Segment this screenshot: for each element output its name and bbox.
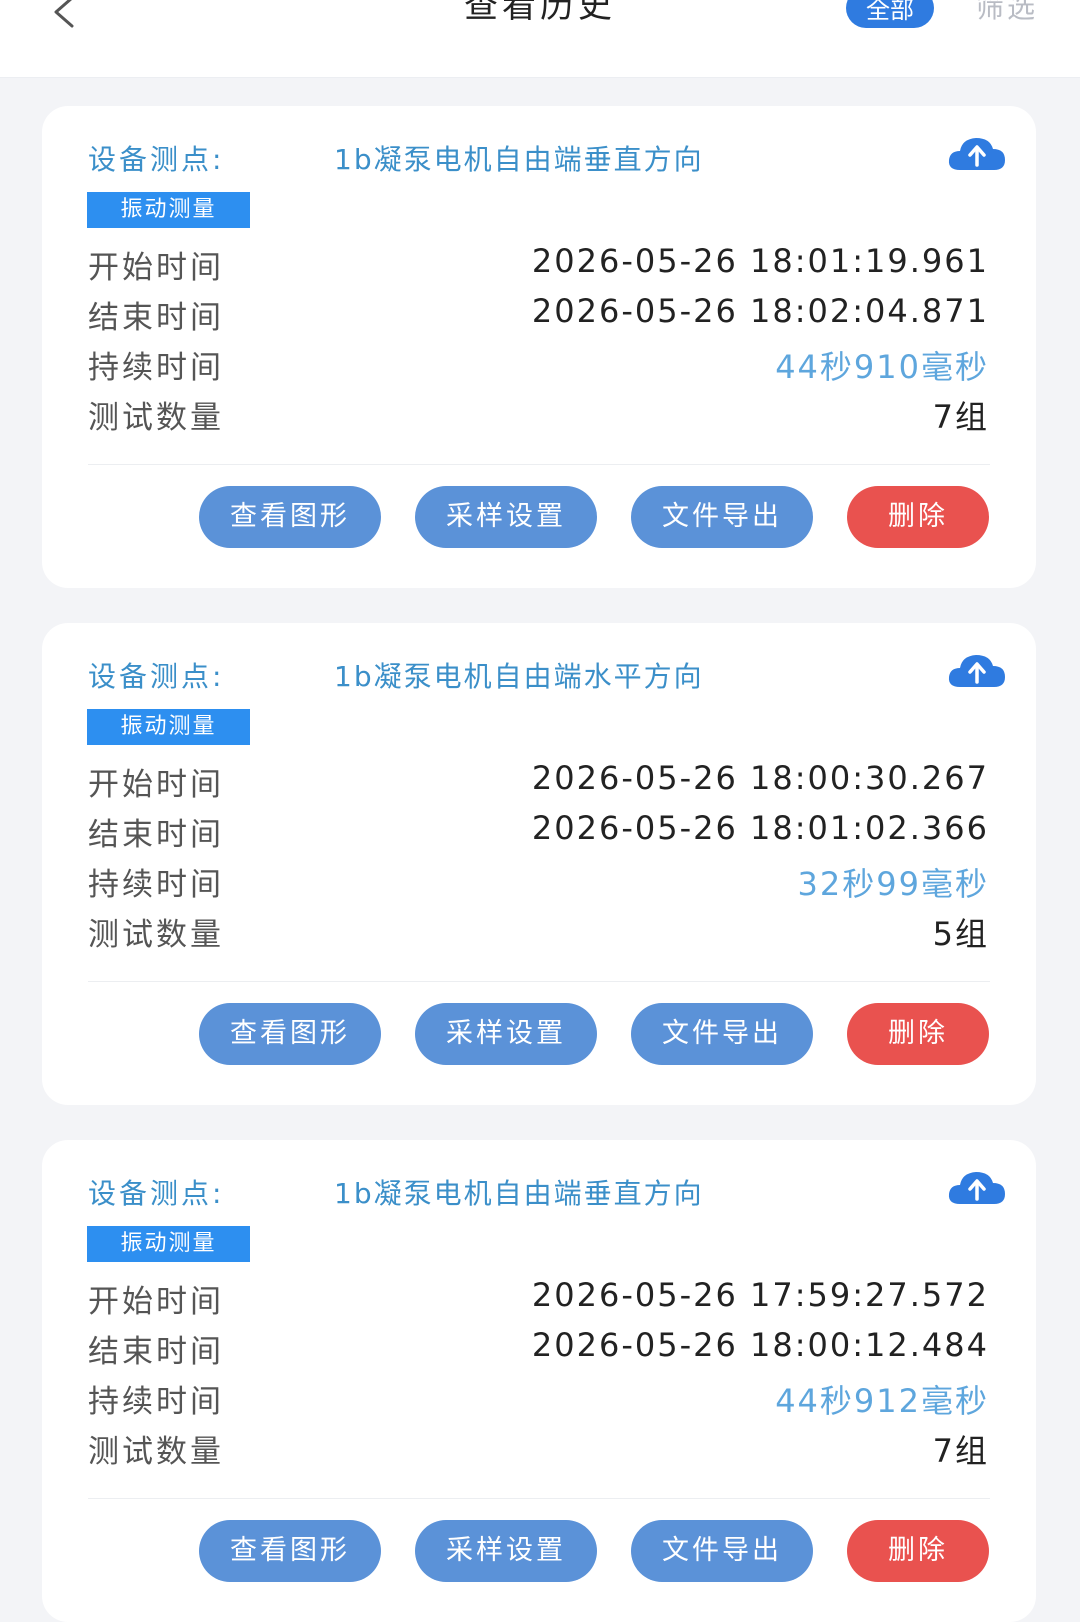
header-bar: 查看历史 全部 筛选 (0, 0, 1080, 78)
start-time-label: 开始时间 (88, 250, 224, 286)
measurement-type-badge: 振动测量 (87, 192, 250, 228)
start-time-value: 2026-05-26 17:59:27.572 (531, 1276, 989, 1314)
filter-button[interactable]: 筛选 (976, 0, 1038, 26)
start-time-value: 2026-05-26 18:00:30.267 (531, 759, 989, 797)
sampling-settings-button[interactable]: 采样设置 (415, 1520, 597, 1582)
sampling-settings-button[interactable]: 采样设置 (415, 1003, 597, 1065)
duration-label: 持续时间 (88, 350, 224, 386)
test-count-label: 测试数量 (88, 917, 224, 953)
delete-button[interactable]: 删除 (847, 1003, 989, 1065)
point-label: 设备测点: (88, 660, 225, 693)
end-time-value: 2026-05-26 18:01:02.366 (531, 809, 989, 847)
point-label: 设备测点: (88, 143, 225, 176)
history-record-card: 设备测点: 1b凝泵电机自由端垂直方向 振动测量 开始时间 2026-05-26… (42, 1140, 1036, 1622)
view-chart-button[interactable]: 查看图形 (199, 1520, 381, 1582)
test-count-value: 7组 (932, 1432, 989, 1470)
test-count-label: 测试数量 (88, 1434, 224, 1470)
start-time-label: 开始时间 (88, 767, 224, 803)
start-time-value: 2026-05-26 18:01:19.961 (531, 242, 989, 280)
end-time-value: 2026-05-26 18:00:12.484 (531, 1326, 989, 1364)
start-time-label: 开始时间 (88, 1284, 224, 1320)
divider (88, 1498, 990, 1499)
file-export-button[interactable]: 文件导出 (631, 1003, 813, 1065)
delete-button[interactable]: 删除 (847, 1520, 989, 1582)
cloud-upload-icon[interactable] (946, 1168, 1008, 1208)
duration-value: 44秒910毫秒 (775, 348, 989, 386)
end-time-label: 结束时间 (88, 1334, 224, 1370)
point-value: 1b凝泵电机自由端垂直方向 (334, 143, 704, 176)
test-count-value: 7组 (932, 398, 989, 436)
sampling-settings-button[interactable]: 采样设置 (415, 486, 597, 548)
point-label: 设备测点: (88, 1177, 225, 1210)
duration-value: 32秒99毫秒 (797, 865, 989, 903)
measurement-type-badge: 振动测量 (87, 1226, 250, 1262)
view-chart-button[interactable]: 查看图形 (199, 1003, 381, 1065)
measurement-type-badge: 振动测量 (87, 709, 250, 745)
file-export-button[interactable]: 文件导出 (631, 1520, 813, 1582)
test-count-value: 5组 (932, 915, 989, 953)
duration-value: 44秒912毫秒 (775, 1382, 989, 1420)
cloud-upload-icon[interactable] (946, 651, 1008, 691)
divider (88, 464, 990, 465)
end-time-value: 2026-05-26 18:02:04.871 (531, 292, 989, 330)
file-export-button[interactable]: 文件导出 (631, 486, 813, 548)
end-time-label: 结束时间 (88, 300, 224, 336)
point-value: 1b凝泵电机自由端水平方向 (334, 660, 704, 693)
end-time-label: 结束时间 (88, 817, 224, 853)
duration-label: 持续时间 (88, 1384, 224, 1420)
history-record-card: 设备测点: 1b凝泵电机自由端水平方向 振动测量 开始时间 2026-05-26… (42, 623, 1036, 1105)
view-chart-button[interactable]: 查看图形 (199, 486, 381, 548)
point-value: 1b凝泵电机自由端垂直方向 (334, 1177, 704, 1210)
all-filter-button[interactable]: 全部 (846, 0, 934, 28)
cloud-upload-icon[interactable] (946, 134, 1008, 174)
duration-label: 持续时间 (88, 867, 224, 903)
delete-button[interactable]: 删除 (847, 486, 989, 548)
divider (88, 981, 990, 982)
history-record-card: 设备测点: 1b凝泵电机自由端垂直方向 振动测量 开始时间 2026-05-26… (42, 106, 1036, 588)
test-count-label: 测试数量 (88, 400, 224, 436)
